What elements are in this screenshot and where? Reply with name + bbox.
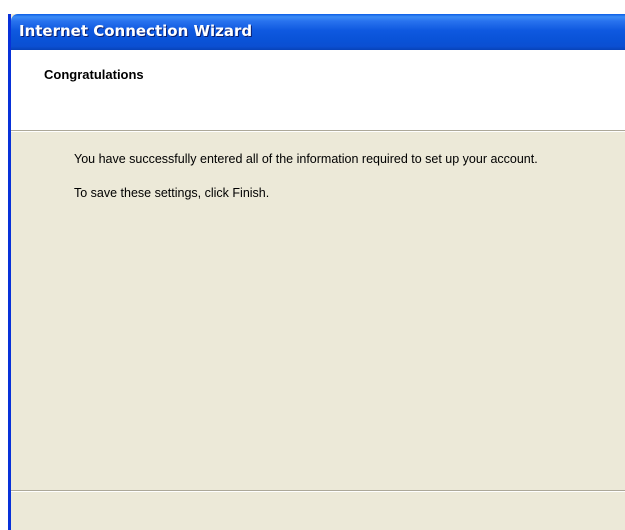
wizard-window: Internet Connection Wizard Congratulatio…	[8, 14, 625, 530]
button-area-divider	[11, 490, 625, 492]
window-title: Internet Connection Wizard	[19, 22, 253, 40]
wizard-header-panel: Congratulations	[11, 50, 625, 131]
title-bar[interactable]: Internet Connection Wizard	[11, 14, 625, 50]
success-message: You have successfully entered all of the…	[74, 152, 538, 166]
finish-instruction: To save these settings, click Finish.	[74, 186, 270, 200]
page-title: Congratulations	[44, 67, 144, 82]
